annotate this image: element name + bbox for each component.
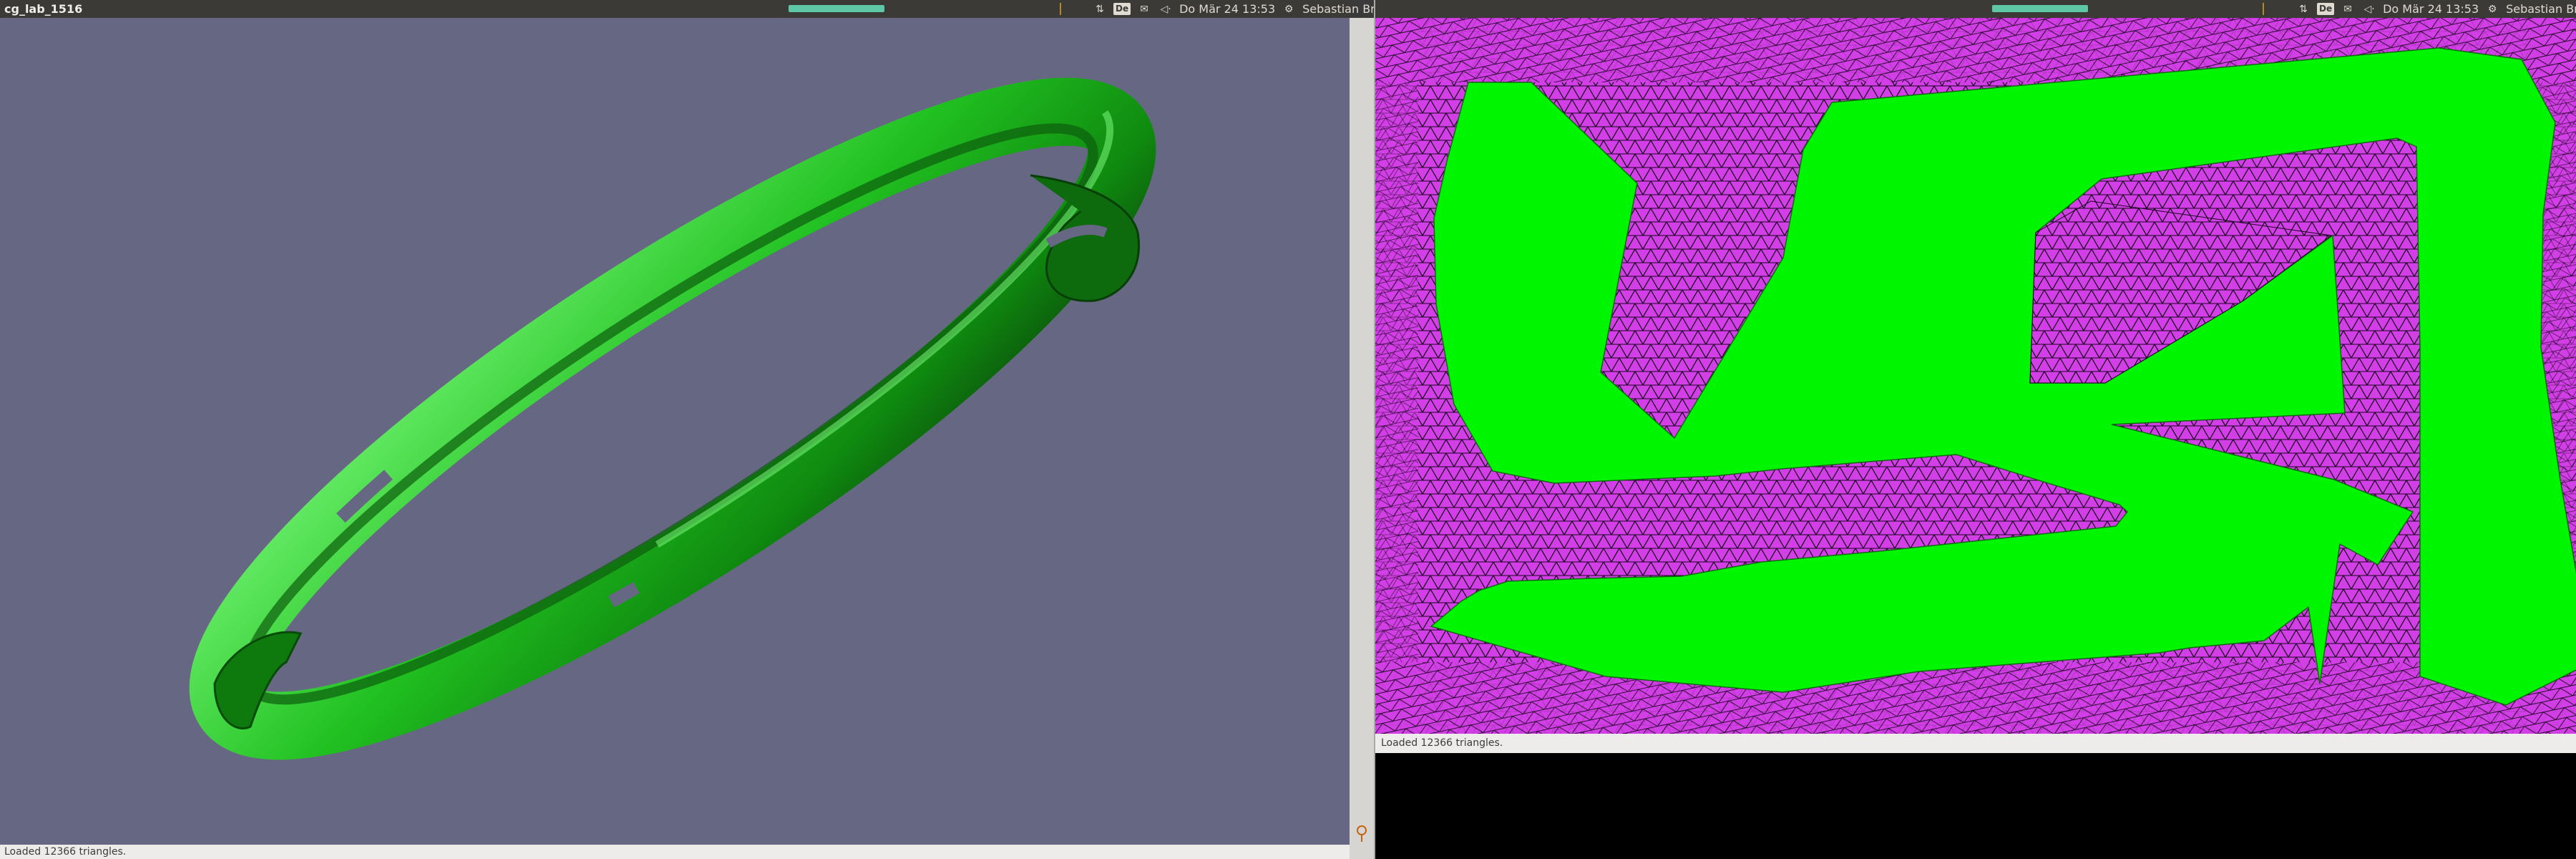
3d-viewport[interactable] [0,18,1350,845]
mesh-border-left [1375,18,1418,734]
keyboard-layout-indicator[interactable]: De [1113,3,1131,15]
console-area [1375,753,2576,859]
mesh-border-bottom [1375,662,2576,734]
ring-inner-shadow [240,123,1098,705]
network-meter [789,5,884,12]
scrollbar[interactable] [1350,18,1375,859]
mesh-render [1375,18,2576,734]
network-meter [1992,5,2088,12]
mesh-viewport[interactable] [1375,18,2576,734]
sort-icon[interactable]: ⇅ [2296,3,2311,16]
clock[interactable]: Do Mär 24 13:53 [2383,2,2479,16]
mail-icon[interactable]: ✉ [1136,3,1152,16]
sound-icon[interactable]: ◁· [2361,3,2377,16]
window-title: cg_lab_1516 [4,2,83,16]
left-top-panel: cg_lab_1516 ⇅ De ✉ ◁· Do Mär 24 13:53 ⚙ … [0,0,1407,18]
resize-grip-icon[interactable] [1351,823,1372,843]
user-name[interactable]: Sebastian Brodehl [2506,2,2576,16]
mail-icon[interactable]: ✉ [2340,3,2356,16]
torus-render [189,77,1156,760]
sound-icon[interactable]: ◁· [1158,3,1174,16]
cpu-meter-tick [2263,3,2264,15]
cpu-meter-tick [1060,3,1061,15]
sort-icon[interactable]: ⇅ [1092,3,1108,16]
gear-icon[interactable]: ⚙ [1281,3,1297,16]
status-bar: Loaded 12366 triangles. [1375,734,2576,753]
gear-icon[interactable]: ⚙ [2484,3,2500,16]
status-bar: Loaded 12366 triangles. [0,845,1350,859]
right-top-panel: ⇅ De ✉ ◁· Do Mär 24 13:53 ⚙ Sebastian Br… [1375,0,2576,18]
clock[interactable]: Do Mär 24 13:53 [1179,2,1275,16]
keyboard-layout-indicator[interactable]: De [2317,3,2335,15]
